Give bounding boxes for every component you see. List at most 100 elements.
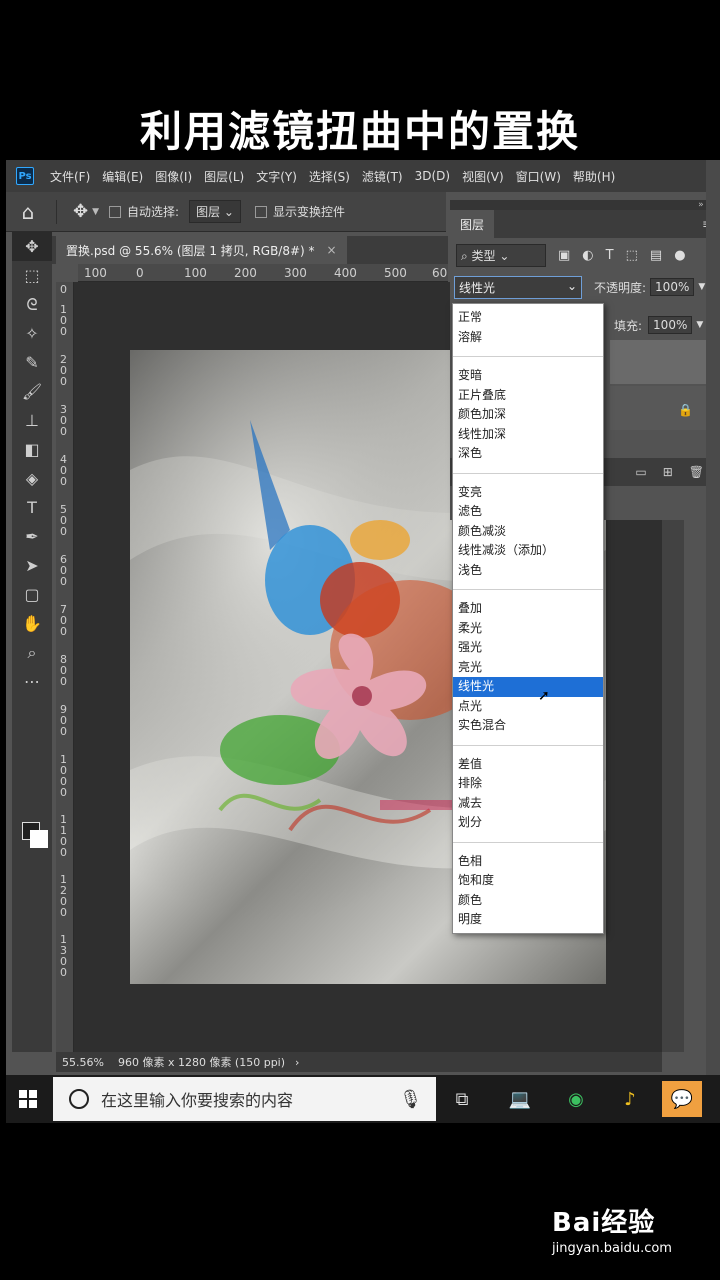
blend-option[interactable]: 点光	[453, 697, 603, 717]
computer-icon[interactable]: 💻	[500, 1081, 540, 1117]
blend-option[interactable]: 正片叠底	[453, 386, 603, 406]
wechat-icon[interactable]: 💬	[662, 1081, 702, 1117]
shape-tool-icon[interactable]: ▢	[12, 580, 52, 609]
marquee-tool-icon[interactable]: ⬚	[12, 261, 52, 290]
blend-option[interactable]: 差值	[453, 755, 603, 775]
menu-view[interactable]: 视图(V)	[456, 168, 510, 185]
filter-toggle-icon[interactable]: ●	[674, 248, 685, 263]
menu-bar: Ps 文件(F) 编辑(E) 图像(I) 图层(L) 文字(Y) 选择(S) 滤…	[6, 160, 720, 192]
menu-edit[interactable]: 编辑(E)	[96, 168, 149, 185]
new-layer-icon[interactable]: ⊞	[663, 465, 673, 479]
eraser-tool-icon[interactable]: ◧	[12, 435, 52, 464]
blend-option[interactable]: 饱和度	[453, 871, 603, 891]
lasso-tool-icon[interactable]: ᘓ	[12, 290, 52, 319]
blend-option[interactable]: 亮光	[453, 658, 603, 678]
folder-icon[interactable]: ▭	[635, 465, 646, 479]
layer-kind-filter[interactable]: ⌕ 类型 ⌄	[456, 243, 546, 267]
type-filter-icon[interactable]: T	[606, 248, 614, 263]
chevron-down-icon[interactable]: ▼	[698, 282, 705, 292]
blend-option[interactable]: 色相	[453, 852, 603, 872]
blend-option[interactable]: 排除	[453, 774, 603, 794]
menu-layer[interactable]: 图层(L)	[198, 168, 250, 185]
fill-input[interactable]: 100%	[648, 316, 693, 334]
zoom-level[interactable]: 55.56%	[62, 1056, 104, 1069]
layer-row[interactable]	[610, 386, 718, 430]
magic-wand-tool-icon[interactable]: ✧	[12, 319, 52, 348]
image-filter-icon[interactable]: ▣	[558, 248, 570, 263]
blend-option[interactable]: 明度	[453, 910, 603, 930]
music-app-icon[interactable]: ♪	[610, 1081, 650, 1117]
auto-select-checkbox[interactable]	[109, 205, 122, 218]
blend-option[interactable]: 叠加	[453, 599, 603, 619]
chevron-down-icon[interactable]: ▼	[696, 320, 703, 330]
paint-bucket-tool-icon[interactable]: ◈	[12, 464, 52, 493]
pen-tool-icon[interactable]: ✒	[12, 522, 52, 551]
microphone-icon[interactable]: 🎙	[399, 1089, 422, 1110]
blend-option[interactable]: 溶解	[453, 328, 603, 348]
more-tools-icon[interactable]: ⋯	[12, 667, 52, 696]
show-transform-checkbox[interactable]	[254, 205, 267, 218]
document-tab[interactable]: 置换.psd @ 55.6% (图层 1 拷贝, RGB/8#) * ×	[56, 236, 347, 264]
blend-option[interactable]: 滤色	[453, 502, 603, 522]
zoom-tool-icon[interactable]: ⌕	[12, 638, 52, 667]
task-view-icon[interactable]: ⧉	[442, 1081, 482, 1117]
blend-option[interactable]: 减去	[453, 794, 603, 814]
menu-3d[interactable]: 3D(D)	[409, 169, 456, 183]
chevron-right-icon[interactable]: ›	[295, 1056, 299, 1069]
blend-option[interactable]: 线性减淡（添加）	[453, 541, 603, 561]
document-tab-bar: 置换.psd @ 55.6% (图层 1 拷贝, RGB/8#) * ×	[52, 236, 448, 264]
blend-option[interactable]: 颜色减淡	[453, 522, 603, 542]
menu-window[interactable]: 窗口(W)	[510, 168, 567, 185]
blend-mode-select[interactable]: 线性光 ⌄	[454, 275, 582, 299]
menu-help[interactable]: 帮助(H)	[567, 168, 621, 185]
browser-icon[interactable]: ◉	[556, 1081, 596, 1117]
brush-tool-icon[interactable]: 🖌	[12, 377, 52, 406]
taskbar-search-placeholder: 在这里输入你要搜索的内容	[101, 1091, 294, 1110]
menu-filter[interactable]: 滤镜(T)	[356, 168, 409, 185]
opacity-input[interactable]: 100%	[650, 278, 695, 296]
eyedropper-tool-icon[interactable]: ✎	[12, 348, 52, 377]
menu-image[interactable]: 图像(I)	[149, 168, 198, 185]
move-tool-icon[interactable]: ✥	[73, 201, 88, 222]
background-color-swatch[interactable]	[30, 830, 48, 848]
blend-option[interactable]: 柔光	[453, 619, 603, 639]
blend-option[interactable]: 变亮	[453, 483, 603, 503]
windows-start-icon[interactable]	[6, 1075, 50, 1123]
path-select-tool-icon[interactable]: ➤	[12, 551, 52, 580]
blend-option[interactable]: 颜色	[453, 891, 603, 911]
tools-panel: ✥ ⬚ ᘓ ✧ ✎ 🖌 ⊥ ◧ ◈ T ✒ ➤ ▢ ✋ ⌕ ⋯	[12, 232, 52, 1052]
hand-tool-icon[interactable]: ✋	[12, 609, 52, 638]
menu-file[interactable]: 文件(F)	[44, 168, 96, 185]
close-icon[interactable]: ×	[327, 243, 337, 257]
chevron-down-icon[interactable]: ▼	[92, 207, 99, 217]
home-icon[interactable]: ⌂	[6, 200, 50, 224]
type-tool-icon[interactable]: T	[12, 493, 52, 522]
menu-type[interactable]: 文字(Y)	[250, 168, 303, 185]
menu-select[interactable]: 选择(S)	[303, 168, 356, 185]
auto-select-dropdown[interactable]: 图层 ⌄	[189, 200, 241, 223]
blend-option[interactable]: 实色混合	[453, 716, 603, 736]
move-tool-icon[interactable]: ✥	[12, 232, 52, 261]
blend-option[interactable]: 浅色	[453, 561, 603, 581]
show-transform-label: 显示变换控件	[272, 205, 345, 219]
layer-row[interactable]	[610, 340, 718, 384]
shape-filter-icon[interactable]: ⬚	[626, 248, 638, 263]
lock-icon: 🔒	[678, 403, 693, 417]
tab-layers[interactable]: 图层	[450, 210, 495, 238]
adjustment-filter-icon[interactable]: ◐	[582, 248, 593, 263]
blend-option[interactable]: 强光	[453, 638, 603, 658]
cortana-icon	[69, 1089, 89, 1109]
blend-option[interactable]: 颜色加深	[453, 405, 603, 425]
blend-option[interactable]: 正常	[453, 308, 603, 328]
smart-object-filter-icon[interactable]: ▤	[650, 248, 662, 263]
blend-option[interactable]: 划分	[453, 813, 603, 833]
taskbar-search[interactable]: 在这里输入你要搜索的内容 🎙	[53, 1077, 436, 1121]
blend-option[interactable]: 线性加深	[453, 425, 603, 445]
blend-option[interactable]: 变暗	[453, 366, 603, 386]
blend-option[interactable]: 深色	[453, 444, 603, 464]
stamp-tool-icon[interactable]: ⊥	[12, 406, 52, 435]
trash-icon[interactable]: 🗑	[689, 465, 704, 479]
panel-collapse-controls[interactable]: » ×	[450, 200, 720, 210]
blend-option-selected[interactable]: 线性光	[453, 677, 603, 697]
horizontal-ruler: 100 0 100 200 300 400 500 60	[78, 264, 448, 282]
